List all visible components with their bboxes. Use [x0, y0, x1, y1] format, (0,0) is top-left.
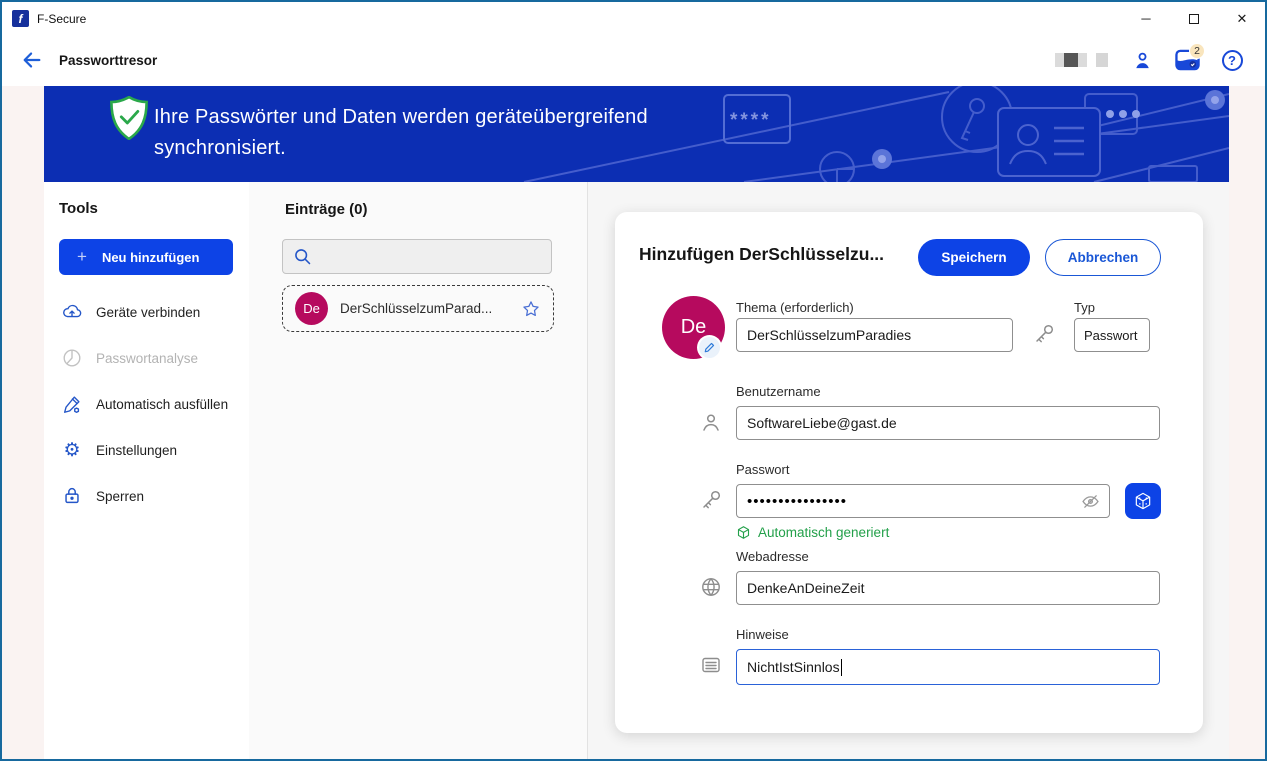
maximize-icon — [1189, 14, 1199, 24]
maximize-button[interactable] — [1185, 10, 1203, 28]
titlebar: f F-Secure ─ ✕ — [2, 2, 1265, 35]
dice-icon — [1133, 491, 1153, 511]
text-cursor — [841, 659, 842, 676]
redacted-text — [1055, 53, 1108, 67]
account-button[interactable] — [1129, 47, 1155, 73]
search-input[interactable] — [320, 249, 551, 264]
main-area: Hinzufügen DerSchlüsselzu... Speichern A… — [588, 182, 1229, 759]
dice-green-icon — [736, 525, 751, 540]
tools-heading: Tools — [59, 200, 98, 217]
generated-note: Automatisch generiert — [736, 525, 889, 540]
show-password-button[interactable] — [1080, 491, 1101, 512]
password-input[interactable] — [736, 484, 1110, 518]
password-label: Passwort — [736, 462, 789, 477]
favorite-star-button[interactable] — [521, 299, 541, 319]
key-icon-password — [699, 488, 723, 512]
vault-badge: 2 — [1189, 43, 1205, 59]
web-address-label: Webadresse — [736, 549, 809, 564]
left-margin — [2, 86, 44, 759]
generate-password-button[interactable] — [1125, 483, 1161, 519]
right-margin — [1229, 86, 1265, 759]
type-dropdown[interactable]: Passwort — [1074, 318, 1150, 352]
sidebar-item-lock[interactable]: Sperren — [44, 473, 249, 519]
back-button[interactable] — [20, 48, 44, 72]
password-analysis-icon — [61, 347, 83, 369]
search-box[interactable] — [282, 239, 552, 274]
globe-icon — [699, 575, 723, 599]
eye-off-icon — [1080, 491, 1101, 512]
cancel-button[interactable]: Abbrechen — [1045, 239, 1161, 276]
stars-decoration: **** — [730, 110, 772, 131]
lock-icon — [61, 485, 83, 507]
help-button[interactable]: ? — [1219, 47, 1245, 73]
close-button[interactable]: ✕ — [1233, 10, 1251, 28]
sidebar-item-autofill[interactable]: Automatisch ausfüllen — [44, 381, 249, 427]
topic-input[interactable] — [736, 318, 1013, 352]
edit-avatar-button[interactable] — [699, 337, 720, 358]
sidebar-item-connect-devices[interactable]: Geräte verbinden — [44, 289, 249, 335]
app-name: F-Secure — [37, 12, 86, 26]
save-button[interactable]: Speichern — [918, 239, 1030, 276]
banner-message: Ihre Passwörter und Daten werden geräteü… — [154, 102, 648, 164]
username-input[interactable] — [736, 406, 1160, 440]
username-label: Benutzername — [736, 384, 821, 399]
entry-avatar: De — [295, 292, 328, 325]
entry-title: DerSchlüsselzumParad... — [340, 301, 492, 316]
key-icon-topic — [1032, 322, 1056, 346]
account-icon — [1131, 49, 1154, 72]
page-title: Passworttresor — [59, 53, 157, 68]
sync-banner: **** Ihre Passwörter und Daten werden ge… — [44, 86, 1229, 182]
pencil-icon — [704, 342, 715, 353]
header: Passworttresor 2 ? — [2, 35, 1265, 85]
plus-icon: + — [77, 247, 87, 267]
search-icon — [292, 246, 313, 267]
detail-title: Hinzufügen DerSchlüsselzu... — [639, 244, 911, 265]
type-label: Typ — [1074, 300, 1095, 315]
help-icon: ? — [1222, 50, 1243, 71]
sidebar-item-settings[interactable]: ⚙ Einstellungen — [44, 427, 249, 473]
fsecure-logo-icon: f — [12, 10, 29, 27]
tools-sidebar: Tools + Neu hinzufügen Geräte verbinden … — [44, 182, 249, 759]
entry-detail-card: Hinzufügen DerSchlüsselzu... Speichern A… — [615, 212, 1203, 733]
add-new-button[interactable]: + Neu hinzufügen — [59, 239, 233, 275]
autofill-icon — [61, 393, 83, 415]
back-arrow-icon — [21, 49, 43, 71]
web-address-input[interactable] — [736, 571, 1160, 605]
entries-panel: Einträge (0) De DerSchlüsselzumParad... — [249, 182, 588, 759]
star-icon — [521, 299, 541, 319]
sidebar-item-password-analysis: Passwortanalyse — [44, 335, 249, 381]
notes-input[interactable]: NichtIstSinnlos — [736, 649, 1160, 685]
topic-label: Thema (erforderlich) — [736, 300, 854, 315]
entries-heading: Einträge (0) — [285, 201, 368, 218]
settings-gear-icon: ⚙ — [61, 441, 83, 460]
notes-label: Hinweise — [736, 627, 789, 642]
vault-status-button[interactable]: 2 — [1174, 47, 1200, 73]
connect-devices-icon — [61, 301, 83, 323]
fsecure-window: f F-Secure ─ ✕ Passworttresor 2 — [0, 0, 1267, 761]
user-icon — [699, 410, 723, 434]
entry-list-item[interactable]: De DerSchlüsselzumParad... — [282, 285, 554, 332]
minimize-button[interactable]: ─ — [1137, 10, 1155, 28]
shield-check-icon — [109, 96, 149, 140]
notes-icon — [699, 653, 723, 677]
